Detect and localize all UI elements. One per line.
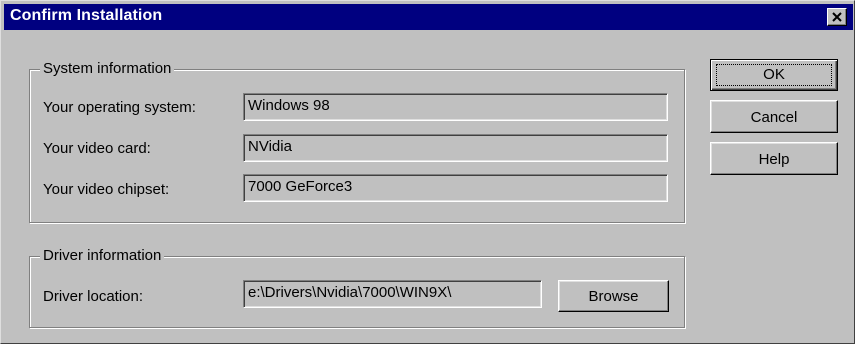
chipset-label: Your video chipset: — [43, 181, 170, 198]
help-button[interactable]: Help — [710, 142, 838, 175]
dialog-window: Confirm Installation System information … — [0, 0, 855, 344]
window-title: Confirm Installation — [10, 7, 163, 24]
system-info-legend: System information — [40, 60, 175, 77]
browse-button-label: Browse — [588, 288, 639, 305]
driver-info-legend: Driver information — [40, 247, 165, 264]
browse-button[interactable]: Browse — [558, 280, 669, 312]
close-icon — [832, 12, 842, 22]
title-bar[interactable]: Confirm Installation — [4, 4, 853, 30]
ok-button[interactable]: OK — [710, 59, 838, 91]
os-field: Windows 98 — [243, 93, 668, 121]
help-button-label: Help — [758, 151, 790, 168]
os-label: Your operating system: — [43, 99, 196, 116]
driver-location-field[interactable]: e:\Drivers\Nvidia\7000\WIN9X\ — [243, 280, 542, 308]
driver-location-label: Driver location: — [43, 288, 144, 305]
ok-button-label: OK — [763, 66, 785, 83]
cancel-button-label: Cancel — [750, 109, 798, 126]
video-card-label: Your video card: — [43, 140, 151, 157]
cancel-button[interactable]: Cancel — [710, 100, 838, 133]
close-button[interactable] — [827, 8, 847, 26]
video-card-field: NVidia — [243, 134, 668, 162]
chipset-field: 7000 GeForce3 — [243, 174, 668, 202]
